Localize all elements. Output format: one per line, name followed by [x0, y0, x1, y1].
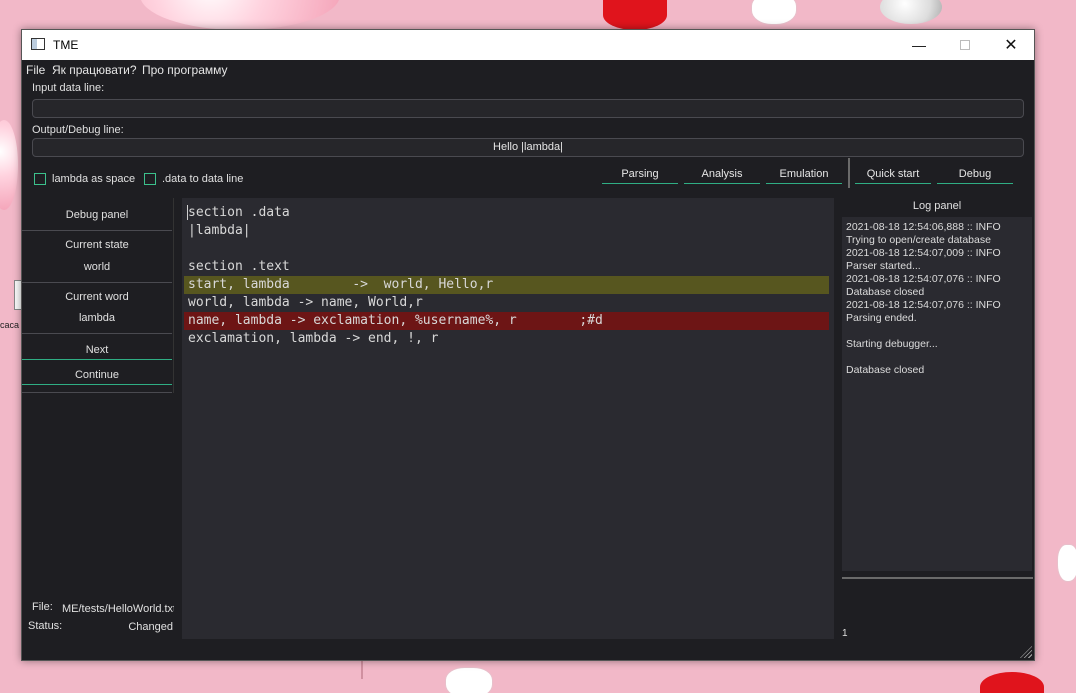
log-splitter[interactable] [842, 577, 1033, 579]
desktop-icon-label: caca [0, 320, 20, 330]
code-line-breakpoint[interactable]: name, lambda -> exclamation, %username%,… [184, 312, 829, 330]
desktop-kitty-decoration [446, 668, 492, 693]
log-line: 2021-08-18 12:54:07,076 :: INFO [846, 299, 1001, 311]
app-icon [31, 38, 45, 50]
code-line[interactable]: |lambda| [184, 222, 829, 240]
desktop-line-decoration [361, 661, 363, 679]
log-line: Starting debugger... [846, 338, 938, 350]
debug-panel-title: Debug panel [65, 209, 129, 221]
file-path: ME/tests/HelloWorld.txt [62, 603, 174, 615]
log-line: Database closed [846, 286, 925, 298]
parsing-button[interactable]: Parsing [602, 167, 678, 184]
log-line: 2021-08-18 12:54:07,076 :: INFO [846, 273, 1001, 285]
log-panel[interactable]: 2021-08-18 12:54:06,888 :: INFO Trying t… [842, 217, 1032, 571]
code-line-current[interactable]: start, lambda -> world, Hello,r [184, 276, 829, 294]
checkbox-box[interactable] [144, 173, 156, 185]
checkbox-box[interactable] [34, 173, 46, 185]
code-line[interactable]: section .text [184, 258, 829, 276]
desktop-kitty-decoration [752, 0, 796, 24]
desktop-heart-decoration [603, 0, 667, 30]
checkbox-label: .data to data line [162, 173, 244, 185]
menu-bar: File Як працювати? Про программу [22, 61, 1034, 79]
status-value: Changed [128, 621, 173, 633]
current-state-value: world [83, 261, 111, 273]
log-line: Database closed [846, 364, 925, 376]
close-button[interactable]: ✕ [988, 30, 1034, 60]
desktop-bubble-decoration [140, 0, 340, 30]
log-counter: 1 [842, 628, 848, 639]
menu-how-to[interactable]: Як працювати? [52, 63, 137, 77]
menu-file[interactable]: File [26, 63, 45, 77]
log-line: Parsing ended. [846, 312, 917, 324]
debug-button[interactable]: Debug [937, 167, 1013, 184]
log-line: Trying to open/create database [846, 234, 991, 246]
title-bar[interactable]: TME — ✕ [22, 30, 1034, 60]
log-line: Parser started... [846, 260, 921, 272]
status-label: Status: [28, 620, 63, 632]
desktop-bubble-decoration [0, 120, 18, 210]
desktop-heart-decoration [980, 672, 1044, 693]
file-label: File: [32, 601, 53, 613]
data-to-line-checkbox[interactable]: .data to data line [144, 173, 243, 185]
toolbar-separator [848, 158, 850, 188]
log-line: 2021-08-18 12:54:07,009 :: INFO [846, 247, 1001, 259]
current-state-label: Current state [65, 239, 129, 251]
continue-button[interactable]: Continue [22, 367, 172, 385]
code-line[interactable]: world, lambda -> name, World,r [184, 294, 829, 312]
desktop-kitty-decoration [1058, 545, 1076, 581]
code-line[interactable] [184, 240, 829, 258]
maximize-icon [960, 40, 970, 50]
debug-panel: Debug panel Current state world Current … [22, 198, 174, 393]
window-title: TME [53, 38, 79, 52]
minimize-icon: — [912, 37, 926, 53]
emulation-button[interactable]: Emulation [766, 167, 842, 184]
divider [22, 392, 172, 393]
log-line: 2021-08-18 12:54:06,888 :: INFO [846, 221, 1001, 233]
next-button[interactable]: Next [22, 342, 172, 360]
input-label: Input data line: [32, 82, 105, 94]
code-line[interactable]: exclamation, lambda -> end, !, r [184, 330, 829, 348]
menu-about[interactable]: Про программу [142, 63, 228, 77]
resize-grip-icon[interactable] [1020, 646, 1032, 658]
maximize-button[interactable] [942, 30, 988, 60]
checkbox-label: lambda as space [52, 173, 136, 185]
output-label: Output/Debug line: [32, 124, 124, 136]
current-word-label: Current word [65, 291, 129, 303]
app-window: TME — ✕ File Як працювати? Про программу… [21, 29, 1035, 661]
code-line[interactable]: section .data [184, 204, 829, 222]
quick-start-button[interactable]: Quick start [855, 167, 931, 184]
desktop-balloon-decoration [880, 0, 942, 24]
minimize-button[interactable]: — [896, 30, 942, 60]
log-panel-title: Log panel [912, 200, 962, 212]
current-word-value: lambda [78, 312, 116, 324]
input-data-field[interactable] [32, 99, 1024, 118]
output-debug-field[interactable]: Hello |lambda| [32, 138, 1024, 157]
code-editor[interactable]: section .data |lambda| section .text sta… [182, 198, 834, 639]
divider [22, 282, 172, 283]
lambda-as-space-checkbox[interactable]: lambda as space [34, 173, 135, 185]
close-icon: ✕ [1004, 37, 1018, 54]
divider [22, 333, 172, 334]
divider [22, 230, 172, 231]
analysis-button[interactable]: Analysis [684, 167, 760, 184]
